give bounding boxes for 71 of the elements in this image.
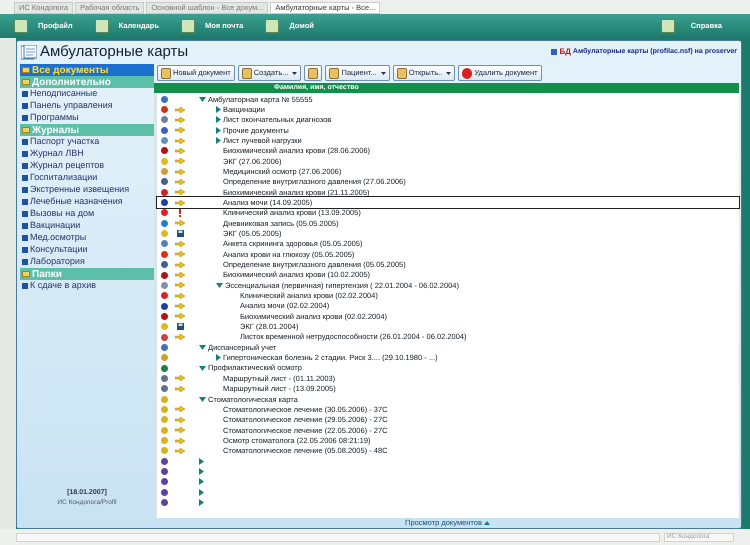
bullet-icon: [22, 151, 28, 157]
sidebar-item[interactable]: Вакцинации: [20, 220, 154, 232]
database-icon: [551, 49, 558, 55]
bullet-icon: [22, 211, 28, 217]
bullet-icon: [22, 91, 28, 97]
sidebar-item[interactable]: Госпитализации: [20, 172, 154, 184]
bullet-icon: [22, 115, 28, 121]
action-icon: [161, 68, 171, 78]
sidebar-item[interactable]: Программы: [20, 112, 154, 124]
window-title: Амбулаторные карты: [40, 42, 188, 62]
action-icon: [396, 68, 407, 78]
collapsed-triangle-icon[interactable]: [216, 137, 221, 144]
sidebar-item[interactable]: Экстренные извещения: [20, 184, 154, 196]
sidebar-item[interactable]: Журнал ЛВН: [20, 148, 154, 160]
expanded-triangle-icon[interactable]: [199, 366, 206, 371]
collapsed-triangle-icon[interactable]: [216, 126, 221, 134]
caret-icon: [380, 72, 386, 74]
expanded-triangle-icon[interactable]: [199, 96, 206, 102]
bullet-icon: [22, 103, 28, 109]
action-icon: [242, 68, 252, 78]
exclamation-icon: [178, 208, 182, 217]
folder-icon: [22, 271, 30, 277]
expanded-triangle-icon[interactable]: [199, 396, 206, 402]
sidebar-item[interactable]: Вызовы на дом: [20, 208, 154, 220]
action-icon: [329, 68, 340, 78]
bullet-icon: [22, 235, 28, 241]
bullet-icon: [22, 139, 28, 145]
bullet-icon: [22, 187, 28, 193]
bullet-icon: [22, 199, 28, 205]
arrow-icon: [175, 220, 185, 226]
refresh-button[interactable]: [304, 65, 322, 81]
collapsed-triangle-icon[interactable]: [216, 354, 221, 362]
collapsed-triangle-icon[interactable]: [199, 458, 204, 465]
bullet-icon: [22, 259, 28, 265]
collapsed-triangle-icon[interactable]: [216, 116, 221, 124]
arrow-icon: [175, 334, 185, 340]
sidebar-item[interactable]: Паспорт участка: [20, 136, 154, 148]
action-icon: [462, 68, 472, 78]
app-icon: [94, 19, 109, 33]
folder-icon: [22, 127, 30, 133]
database-tag: БД: [559, 46, 571, 58]
sidebar-item[interactable]: Панель управления: [20, 100, 154, 112]
sidebar-item[interactable]: Неподписанные: [20, 88, 154, 100]
collapsed-triangle-icon[interactable]: [199, 478, 204, 486]
expanded-triangle-icon[interactable]: [216, 282, 223, 288]
sidebar-item[interactable]: Лечебные назначения: [20, 196, 154, 208]
collapsed-triangle-icon[interactable]: [216, 106, 221, 114]
sidebar-section[interactable]: Все документы: [20, 64, 154, 76]
bullet-icon: [22, 223, 28, 229]
app-icon: [181, 19, 196, 33]
sidebar-item[interactable]: Журнал рецептов: [20, 160, 154, 172]
caret-icon: [446, 72, 452, 74]
app-icon: [660, 19, 675, 33]
bullet-icon: [22, 163, 28, 169]
action-icon: [308, 68, 318, 78]
sidebar-item[interactable]: К сдаче в архив: [20, 280, 154, 292]
app-icon: [14, 19, 28, 33]
document-stack-icon: [21, 44, 37, 60]
expanded-triangle-icon[interactable]: [199, 344, 206, 350]
collapsed-triangle-icon[interactable]: [199, 488, 204, 496]
bullet-icon: [22, 247, 28, 253]
collapsed-triangle-icon[interactable]: [199, 499, 204, 506]
bullet-icon: [22, 283, 28, 289]
up-triangle-icon: [484, 521, 490, 525]
sidebar-item[interactable]: Консультации: [20, 244, 154, 256]
sidebar-item[interactable]: Лаборатория: [20, 256, 154, 268]
caret-icon: [292, 72, 298, 74]
app-icon: [265, 19, 280, 33]
sidebar-item[interactable]: Мед.осмотры: [20, 232, 154, 244]
bullet-icon: [22, 175, 28, 181]
collapsed-triangle-icon[interactable]: [199, 468, 204, 476]
